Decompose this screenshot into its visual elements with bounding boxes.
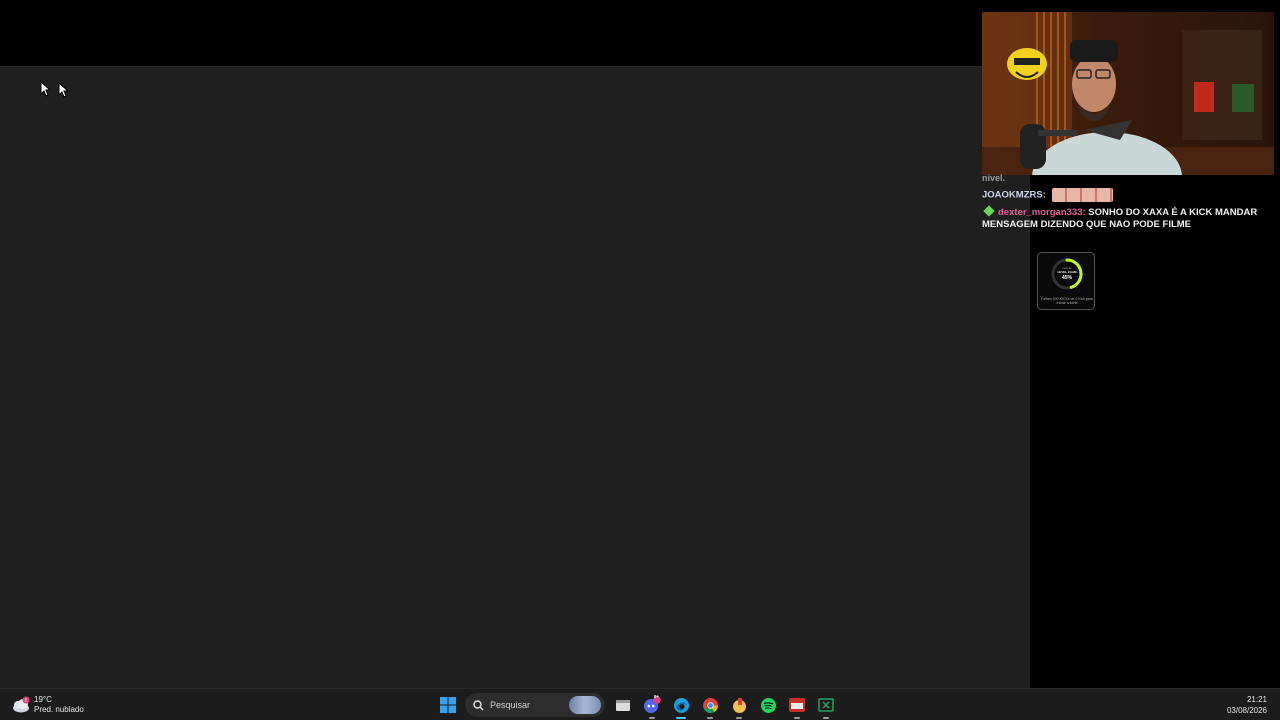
windows-start-icon[interactable] [436,693,460,717]
cloud-icon: ! [10,694,32,716]
discord-icon[interactable]: 9+ [640,693,664,719]
chat-cutoff-line: nível. [982,173,1006,183]
chat-message: dexter_morgan333: SONHO DO XAXA É A KICK… [982,205,1274,231]
taskbar: ! 19°C Pred. nublado Pesquisar 9+ 21:21 … [0,688,1280,720]
taskbar-apps: Pesquisar 9+ [436,692,843,719]
goal-percent: 45% [1062,275,1073,281]
running-indicator [649,717,655,719]
mouse-cursor-icon [58,81,70,103]
webcam-feed [982,12,1274,175]
search-icon [473,699,484,710]
recorder-icon[interactable] [785,693,809,719]
system-clock[interactable]: 21:21 03/08/2026 [1227,694,1267,716]
goal-caption: Faltam 000 KICKs de 0 Kick para Iniciar … [1041,297,1093,305]
discord-badge: 9+ [654,694,660,699]
chat-username: JOAOKMZRS: [982,189,1046,201]
running-indicator [707,717,713,719]
search-placeholder: Pesquisar [490,700,531,710]
chat-overlay: nível. JOAOKMZRS: dexter_morgan333: SONH… [982,172,1274,231]
sub-badge-icon [983,205,995,217]
search-highlight-icon [569,696,601,714]
running-indicator [823,717,829,719]
spotify-icon[interactable] [756,693,780,717]
weather-temperature: 19°C [34,695,52,704]
top-bar [0,0,1030,67]
emote-icon [1051,188,1113,202]
chat-message: JOAOKMZRS: [982,188,1274,202]
running-indicator [736,717,742,719]
clock-date: 03/08/2026 [1226,706,1267,715]
main-content-area [0,67,1030,688]
chat-username: dexter_morgan333: [998,207,1086,218]
goal-progress-ring: meta de LEVEL ZAAM 45% [1051,258,1083,290]
excel-icon[interactable] [814,693,838,719]
running-indicator [794,717,800,719]
active-indicator [676,717,686,719]
game-app-icon[interactable] [727,693,751,719]
edge-icon[interactable] [669,693,693,719]
clock-time: 21:21 [1246,695,1267,704]
taskbar-search-box[interactable]: Pesquisar [465,693,605,717]
weather-widget[interactable]: ! 19°C Pred. nublado [10,693,84,717]
weather-condition: Pred. nublado [34,705,84,714]
goal-title: LEVEL ZAAM [1057,270,1077,274]
mouse-cursor-icon [40,80,52,102]
file-explorer-icon[interactable] [611,693,635,717]
goal-widget: meta de LEVEL ZAAM 45% Faltam 000 KICKs … [1037,252,1095,310]
chrome-icon[interactable] [698,693,722,719]
